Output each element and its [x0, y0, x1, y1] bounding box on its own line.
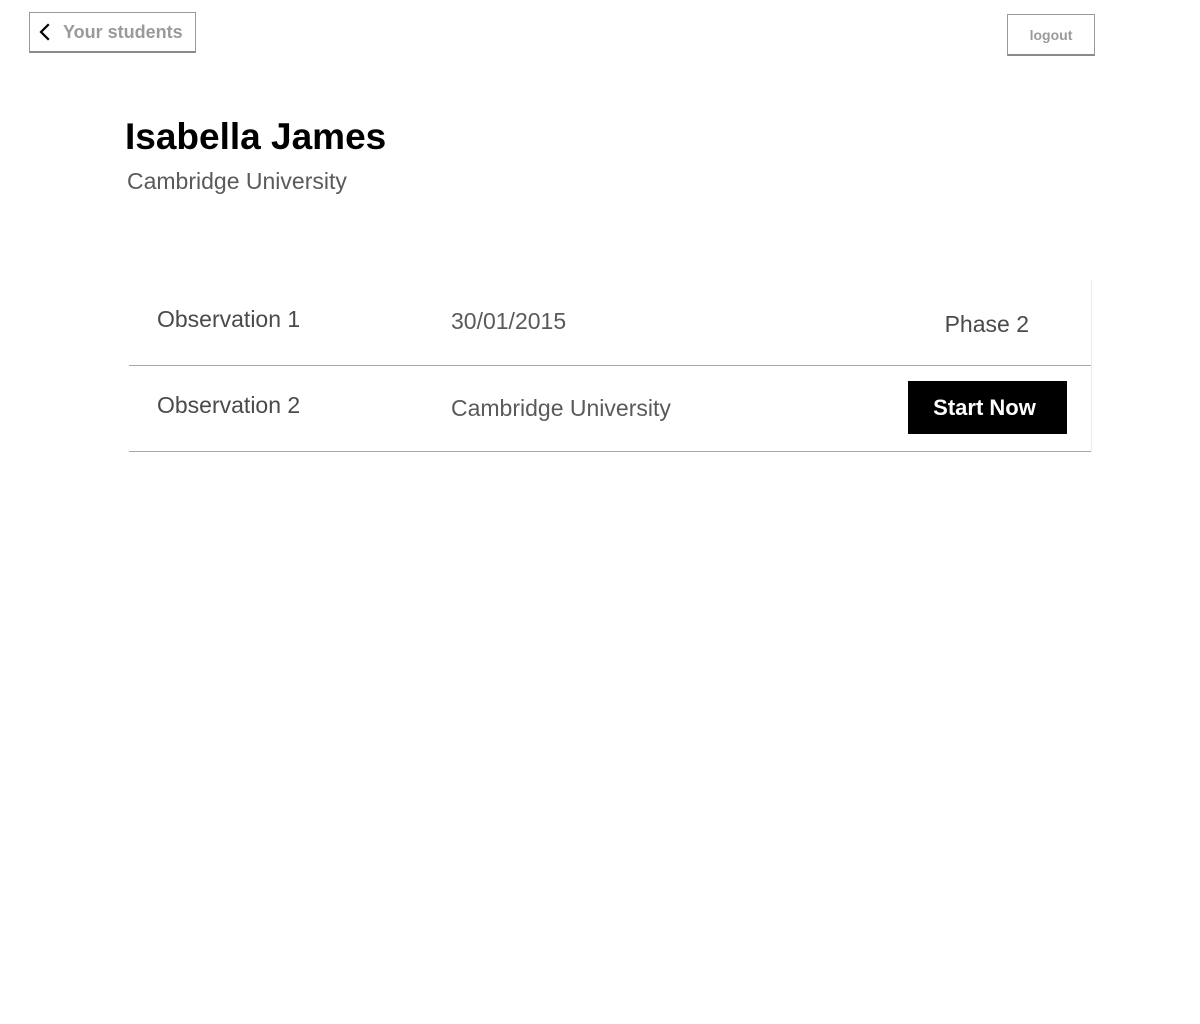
- start-now-button[interactable]: Start Now: [908, 381, 1067, 434]
- logout-button[interactable]: logout: [1007, 14, 1095, 56]
- back-button-label: Your students: [63, 21, 183, 42]
- observation-row[interactable]: Observation 1 30/01/2015 Phase 2: [129, 280, 1091, 366]
- observation-row: Observation 2 Cambridge University Start…: [129, 366, 1091, 452]
- observation-name: Observation 1: [157, 306, 301, 332]
- back-to-students-button[interactable]: Your students: [29, 12, 196, 53]
- student-school: Cambridge University: [127, 168, 347, 194]
- student-name: Isabella James: [125, 116, 387, 157]
- observation-phase: Phase 2: [944, 311, 1029, 337]
- observation-name: Observation 2: [157, 392, 301, 418]
- observation-location: Cambridge University: [451, 395, 671, 421]
- observation-date: 30/01/2015: [451, 308, 567, 334]
- observations-table: Observation 1 30/01/2015 Phase 2 Observa…: [129, 280, 1092, 452]
- chevron-left-icon: [39, 23, 50, 41]
